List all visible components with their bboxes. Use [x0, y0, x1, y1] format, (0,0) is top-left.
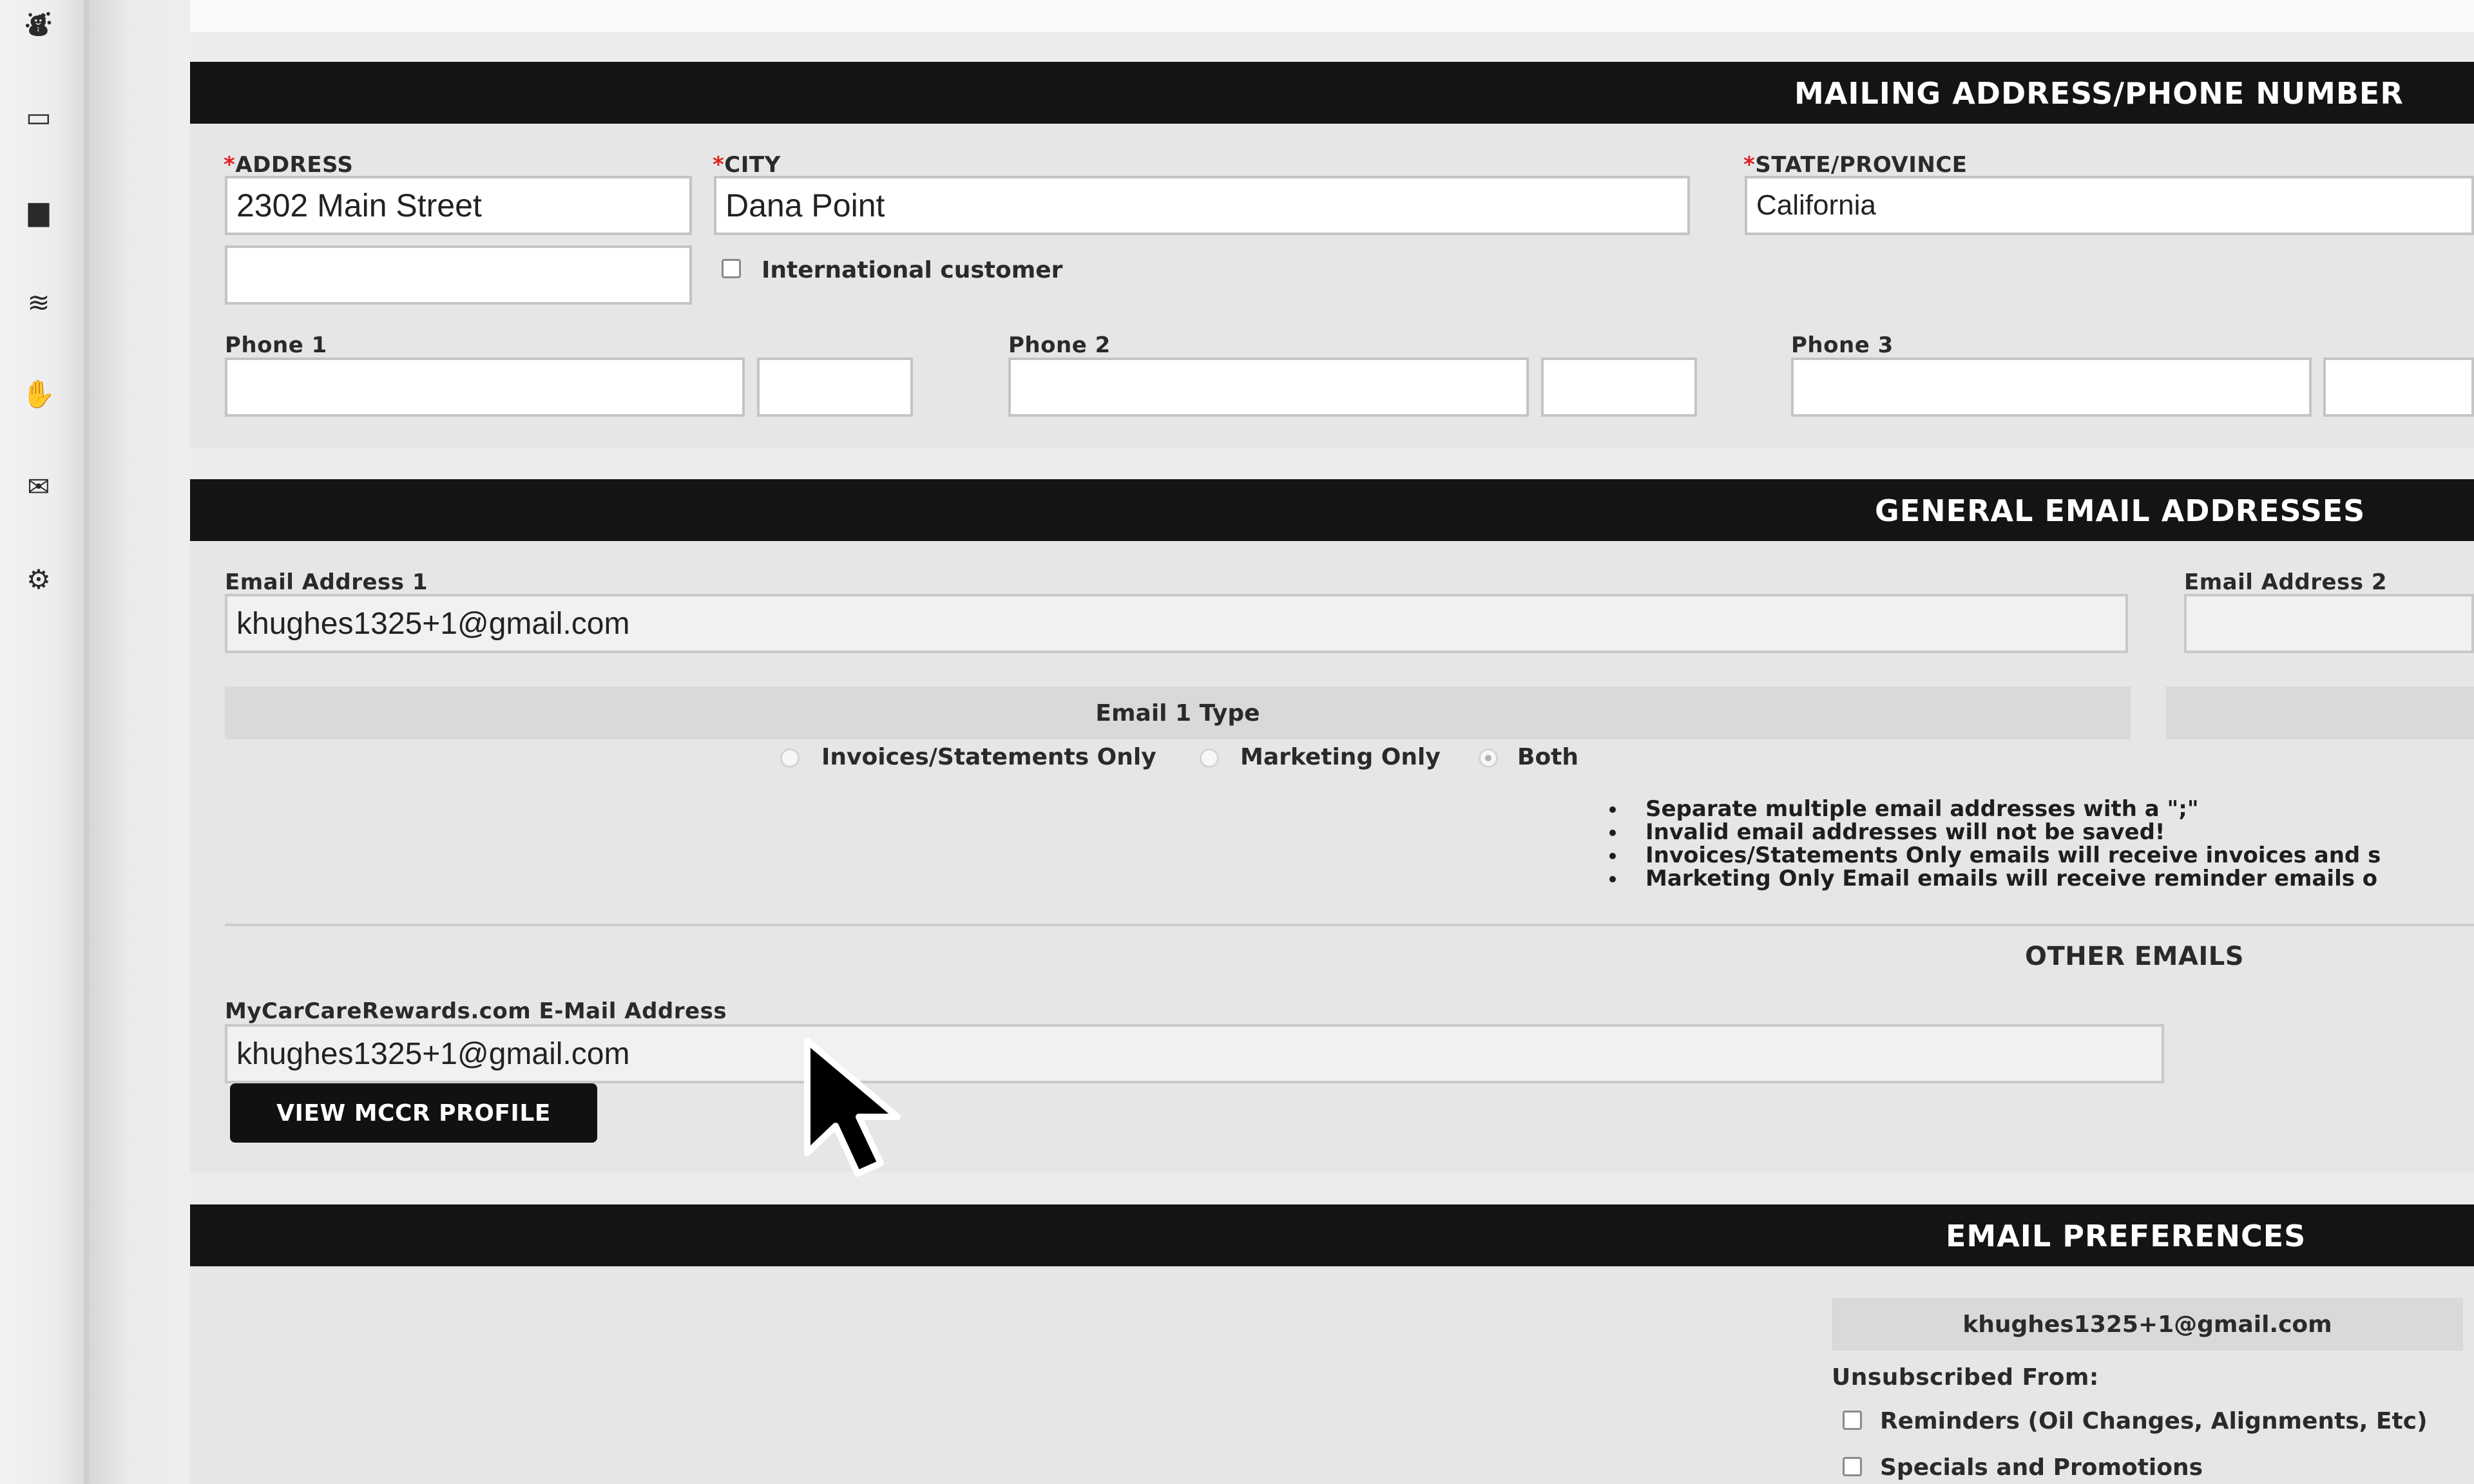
phone3-label: Phone 3 — [1791, 332, 1894, 358]
phone2-label: Phone 2 — [1008, 332, 1111, 358]
users-icon[interactable]: ⛇ — [19, 6, 58, 45]
address-label-text: ADDRESS — [235, 152, 354, 178]
address-line2-input[interactable] — [225, 245, 692, 305]
phone1-input[interactable] — [225, 357, 745, 417]
marketing-only-radio[interactable] — [1200, 748, 1219, 768]
reminders-label: Reminders (Oil Changes, Alignments, Etc) — [1880, 1408, 2428, 1434]
email1-type-header: Email 1 Type — [225, 687, 2131, 739]
email2-label: Email Address 2 — [2184, 569, 2388, 595]
preferences-email-header: khughes1325+1@gmail.com — [1832, 1298, 2463, 1351]
previous-section-panel — [190, 0, 2474, 32]
international-customer-checkbox[interactable] — [722, 259, 741, 278]
view-mccr-profile-button[interactable]: VIEW MCCR PROFILE — [230, 1083, 597, 1143]
city-label-text: CITY — [724, 152, 781, 178]
phone1-ext-input[interactable] — [757, 357, 913, 417]
both-radio[interactable] — [1479, 748, 1498, 768]
marketing-only-label: Marketing Only — [1240, 744, 1441, 770]
international-customer-label: International customer — [762, 257, 1063, 283]
email-preferences-section-title: EMAIL PREFERENCES — [1946, 1219, 2306, 1253]
email2-input[interactable] — [2184, 594, 2474, 653]
reminders-checkbox[interactable] — [1843, 1411, 1862, 1430]
card-icon[interactable]: ▭ — [19, 98, 58, 137]
invoices-only-radio[interactable] — [780, 748, 800, 768]
chart-icon[interactable]: ≋ — [19, 283, 58, 322]
specials-label: Specials and Promotions — [1880, 1454, 2203, 1481]
mailing-section-header: MAILING ADDRESS/PHONE NUMBER — [190, 62, 2474, 124]
email-note: Invoices/Statements Only emails will rec… — [1604, 844, 2381, 867]
address-label: *ADDRESS — [224, 152, 353, 178]
email-note: Invalid email addresses will not be save… — [1604, 821, 2381, 844]
state-label: *STATE/PROVINCE — [1743, 152, 1968, 178]
section-divider — [225, 924, 2474, 926]
phone2-input[interactable] — [1008, 357, 1529, 417]
mailing-section-title: MAILING ADDRESS/PHONE NUMBER — [1794, 76, 2404, 111]
email-preferences-section-header: EMAIL PREFERENCES — [190, 1204, 2474, 1266]
email-notes-list: Separate multiple email addresses with a… — [1604, 797, 2381, 890]
both-label: Both — [1517, 744, 1579, 770]
required-marker: * — [713, 152, 725, 178]
unsubscribed-from-label: Unsubscribed From: — [1832, 1364, 2099, 1391]
specials-checkbox[interactable] — [1843, 1457, 1862, 1476]
state-label-text: STATE/PROVINCE — [1755, 152, 1968, 178]
document-icon[interactable]: ▆ — [19, 192, 58, 231]
mccr-email-input[interactable] — [225, 1024, 2164, 1083]
other-emails-heading: OTHER EMAILS — [2025, 942, 2245, 971]
left-sidebar: ⛇ ▭ ▆ ≋ ✋ ✉ ⚙ — [0, 0, 89, 1484]
email2-type-header — [2166, 687, 2474, 739]
mouse-cursor-icon — [804, 1038, 901, 1177]
chat-icon[interactable]: ✉ — [19, 468, 58, 506]
email-note: Separate multiple email addresses with a… — [1604, 797, 2381, 821]
phone3-input[interactable] — [1791, 357, 2312, 417]
phone1-label: Phone 1 — [225, 332, 327, 358]
required-marker: * — [224, 152, 236, 178]
address-input[interactable] — [225, 176, 692, 235]
mccr-email-label: MyCarCareRewards.com E-Mail Address — [225, 998, 727, 1024]
state-input[interactable] — [1745, 176, 2474, 235]
invoices-only-label: Invoices/Statements Only — [821, 744, 1156, 770]
email1-input[interactable] — [225, 594, 2128, 653]
email1-label: Email Address 1 — [225, 569, 428, 595]
hand-icon[interactable]: ✋ — [19, 375, 58, 414]
required-marker: * — [1743, 152, 1756, 178]
phone2-ext-input[interactable] — [1541, 357, 1697, 417]
city-label: *CITY — [713, 152, 781, 178]
general-email-section-header: GENERAL EMAIL ADDRESSES — [190, 479, 2474, 541]
email-note: Marketing Only Email emails will receive… — [1604, 867, 2381, 890]
phone3-ext-input[interactable] — [2323, 357, 2474, 417]
gear-icon[interactable]: ⚙ — [19, 560, 58, 599]
sidebar-shadow — [89, 0, 190, 1484]
city-input[interactable] — [714, 176, 1690, 235]
general-email-section-title: GENERAL EMAIL ADDRESSES — [1875, 493, 2366, 528]
